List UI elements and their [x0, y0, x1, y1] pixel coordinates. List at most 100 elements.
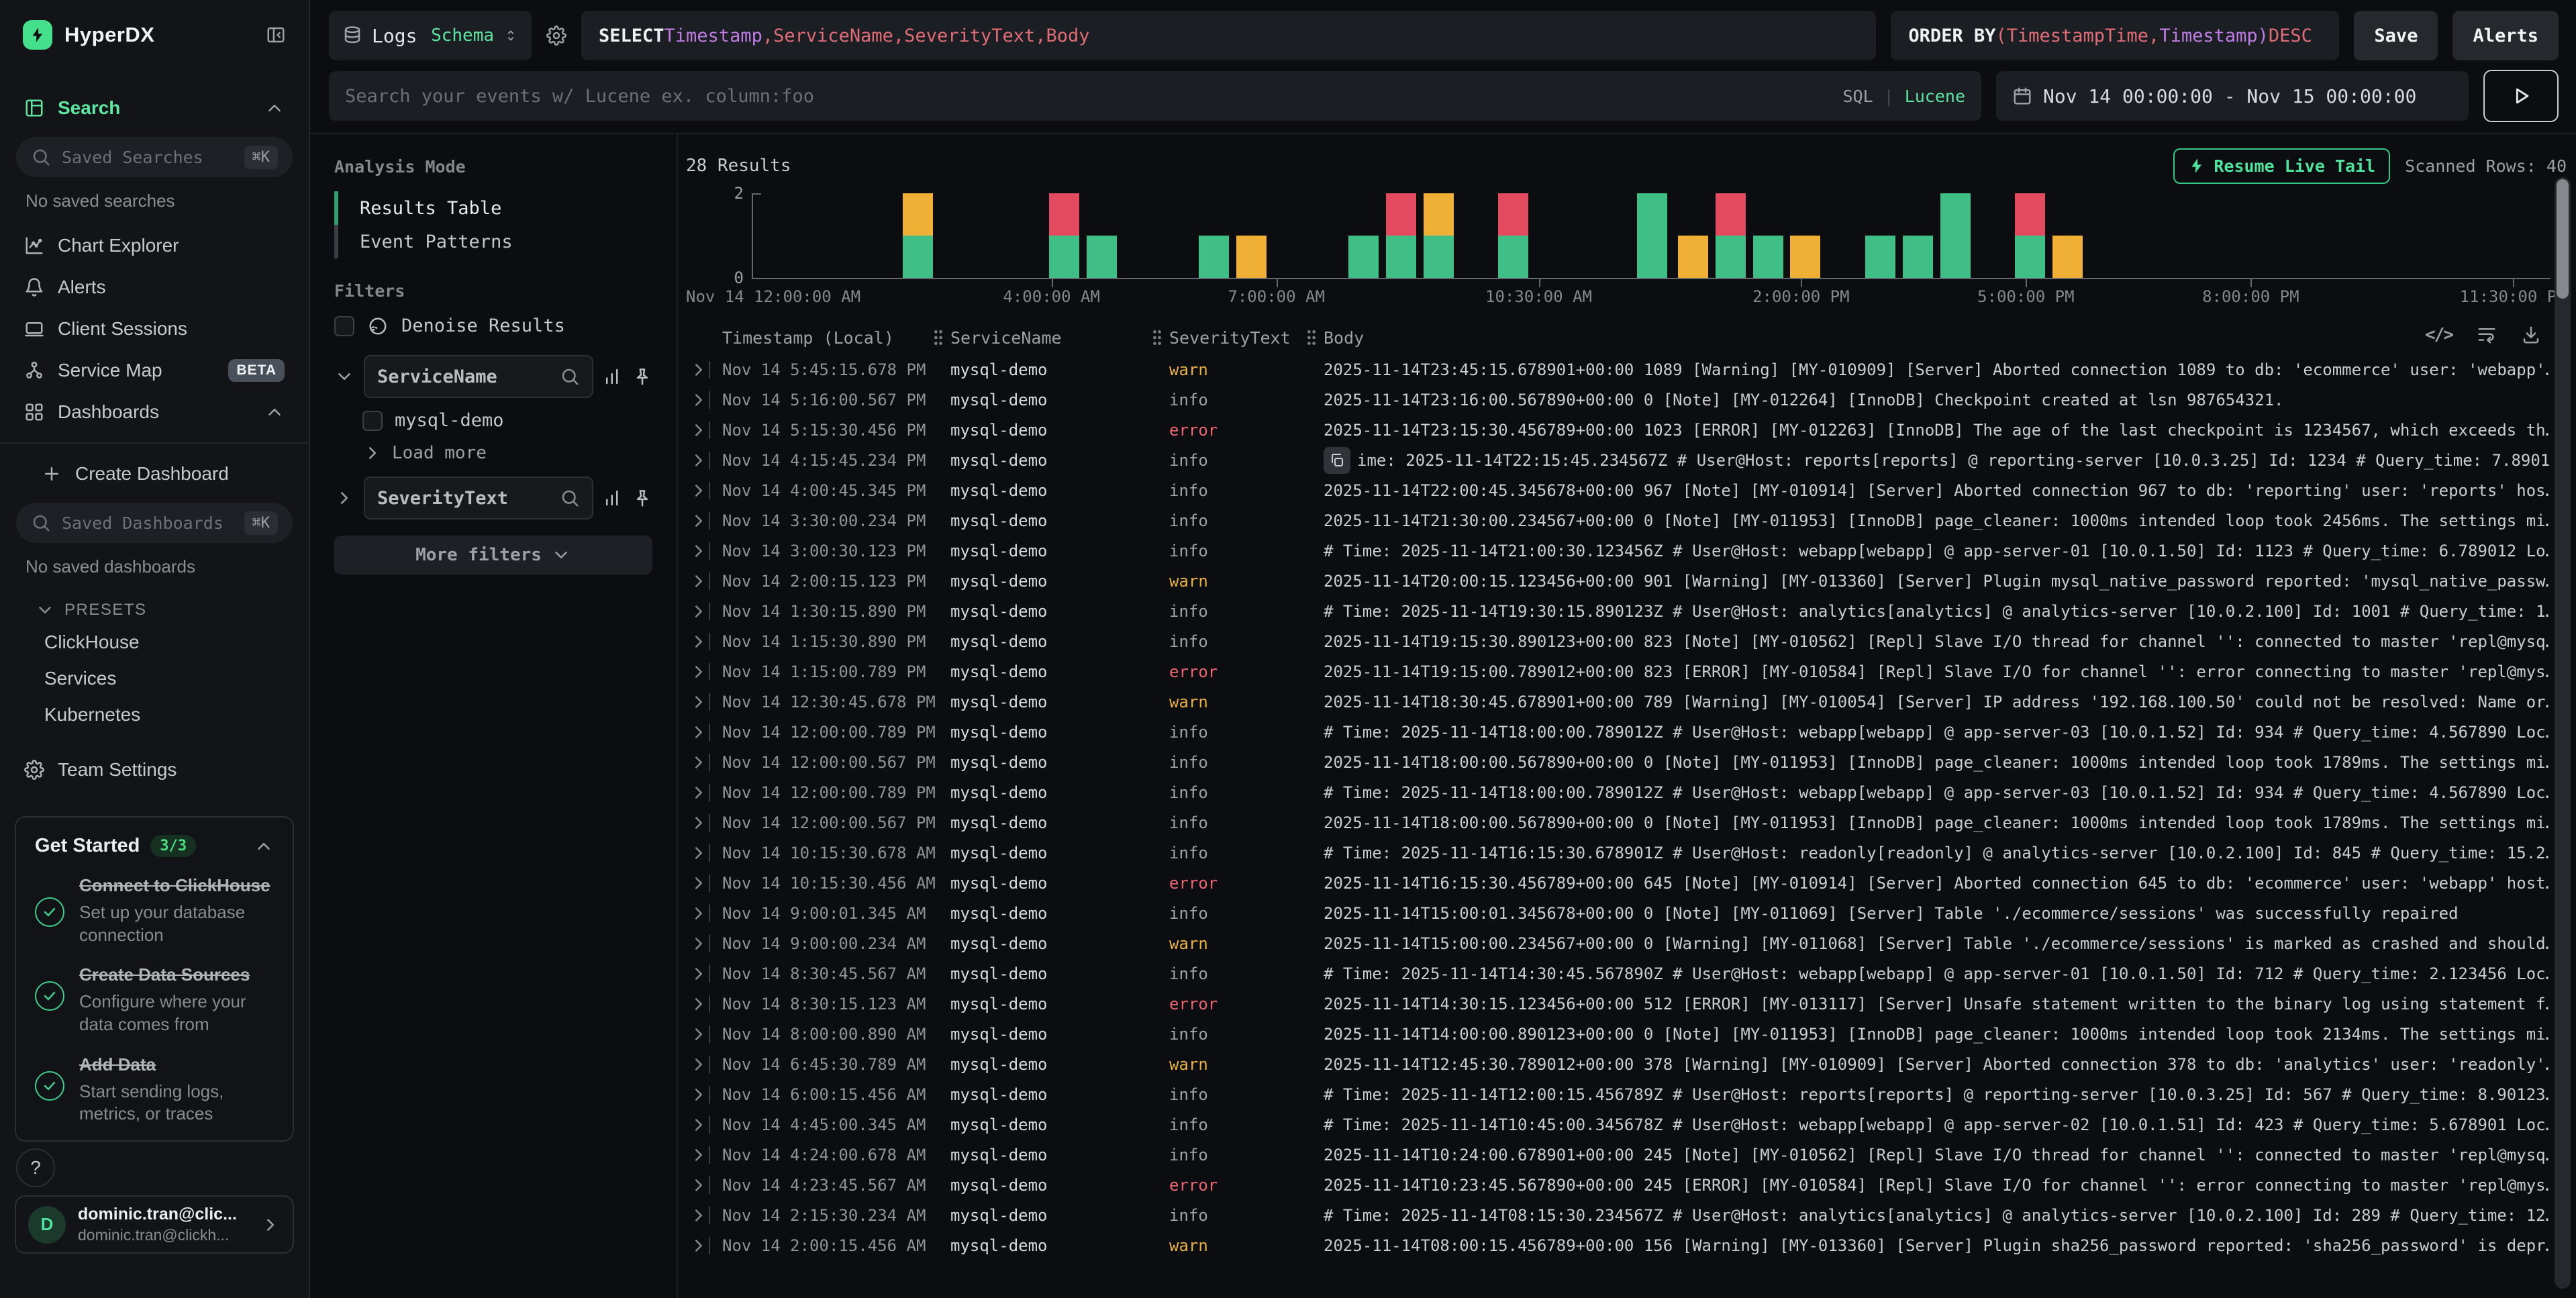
log-row[interactable]: Nov 14 3:30:00.234 PMmysql-demoinfo2025-… — [686, 505, 2576, 536]
sidebar-item-client-sessions[interactable]: Client Sessions — [15, 308, 294, 350]
expand-row-icon[interactable] — [686, 481, 709, 501]
expand-row-icon[interactable] — [686, 390, 709, 410]
log-row[interactable]: Nov 14 5:16:00.567 PMmysql-demoinfo2025-… — [686, 385, 2576, 415]
pin-icon[interactable] — [632, 488, 652, 508]
run-query-button[interactable] — [2483, 70, 2559, 122]
log-row[interactable]: Nov 14 4:23:45.567 AMmysql-demoerror2025… — [686, 1170, 2576, 1200]
log-row[interactable]: Nov 14 1:30:15.890 PMmysql-demoinfo# Tim… — [686, 596, 2576, 626]
more-filters-button[interactable]: More filters — [334, 536, 652, 575]
expand-row-icon[interactable] — [686, 813, 709, 833]
expand-row-icon[interactable] — [686, 1145, 709, 1165]
expand-row-icon[interactable] — [686, 964, 709, 984]
expand-row-icon[interactable] — [686, 1175, 709, 1195]
pin-icon[interactable] — [632, 366, 652, 387]
checkbox[interactable] — [362, 411, 383, 431]
sql-toggle[interactable]: SQL — [1842, 87, 1873, 106]
log-row[interactable]: Nov 14 1:15:00.789 PMmysql-demoerror2025… — [686, 656, 2576, 687]
drag-handle-icon[interactable] — [1150, 329, 1164, 346]
expand-row-icon[interactable] — [686, 601, 709, 621]
drag-handle-icon[interactable] — [932, 329, 945, 346]
expand-row-icon[interactable] — [686, 1054, 709, 1075]
sidebar-item-search[interactable]: Search — [15, 87, 294, 129]
analysis-mode-results-table[interactable]: Results Table — [334, 191, 652, 225]
sidebar-item-service-map[interactable]: Service MapBETA — [15, 350, 294, 391]
sidebar-collapse-icon[interactable] — [266, 25, 286, 45]
expand-row-icon[interactable] — [686, 692, 709, 712]
log-row[interactable]: Nov 14 5:45:15.678 PMmysql-demowarn2025-… — [686, 354, 2576, 385]
save-button[interactable]: Save — [2354, 11, 2438, 60]
sidebar-item-team-settings[interactable]: Team Settings — [15, 749, 294, 791]
log-row[interactable]: Nov 14 12:00:00.567 PMmysql-demoinfo2025… — [686, 807, 2576, 838]
denoise-results-toggle[interactable]: Denoise Results — [334, 315, 652, 336]
source-selector[interactable]: Logs Schema — [329, 11, 532, 60]
user-menu[interactable]: D dominic.tran@clic... dominic.tran@clic… — [15, 1195, 294, 1254]
resume-live-tail-button[interactable]: Resume Live Tail — [2173, 148, 2390, 184]
scrollbar-thumb[interactable] — [2557, 179, 2569, 299]
log-row[interactable]: Nov 14 2:15:30.234 AMmysql-demoinfo# Tim… — [686, 1200, 2576, 1230]
order-by-input[interactable]: ORDER BY (TimestampTime, Timestamp) DESC — [1891, 11, 2339, 60]
log-row[interactable]: Nov 14 8:30:45.567 AMmysql-demoinfo# Tim… — [686, 958, 2576, 989]
log-row[interactable]: Nov 14 1:15:30.890 PMmysql-demoinfo2025-… — [686, 626, 2576, 656]
expand-row-icon[interactable] — [686, 1205, 709, 1226]
expand-row-icon[interactable] — [686, 360, 709, 380]
log-row[interactable]: Nov 14 5:15:30.456 PMmysql-demoerror2025… — [686, 415, 2576, 445]
log-row[interactable]: Nov 14 4:45:00.345 AMmysql-demoinfo# Tim… — [686, 1109, 2576, 1140]
get-started-item-add-data[interactable]: Add Data Start sending logs, metrics, or… — [35, 1054, 274, 1126]
create-dashboard-button[interactable]: Create Dashboard — [15, 453, 294, 495]
expand-row-icon[interactable] — [686, 632, 709, 652]
log-row[interactable]: Nov 14 12:00:00.567 PMmysql-demoinfo2025… — [686, 747, 2576, 777]
expand-row-icon[interactable] — [686, 1115, 709, 1135]
chevron-down-icon[interactable] — [334, 366, 354, 387]
expand-row-icon[interactable] — [686, 450, 709, 470]
bar-chart-icon[interactable] — [603, 488, 623, 508]
expand-row-icon[interactable] — [686, 420, 709, 440]
source-settings-gear-icon[interactable] — [546, 26, 566, 46]
expand-row-icon[interactable] — [686, 1236, 709, 1256]
vertical-scrollbar[interactable] — [2555, 177, 2571, 1289]
copy-icon[interactable] — [1324, 447, 1350, 474]
code-view-icon[interactable]: </> — [2425, 325, 2453, 345]
filter-field-servicename[interactable]: ServiceName — [364, 355, 593, 398]
log-row[interactable]: Nov 14 4:24:00.678 AMmysql-demoinfo2025-… — [686, 1140, 2576, 1170]
log-row[interactable]: Nov 14 9:00:01.345 AMmysql-demoinfo2025-… — [686, 898, 2576, 928]
lucene-toggle[interactable]: Lucene — [1905, 87, 1965, 106]
log-row[interactable]: Nov 14 10:15:30.678 AMmysql-demoinfo# Ti… — [686, 838, 2576, 868]
expand-row-icon[interactable] — [686, 571, 709, 591]
checkbox[interactable] — [334, 316, 354, 336]
expand-row-icon[interactable] — [686, 903, 709, 923]
expand-row-icon[interactable] — [686, 873, 709, 893]
expand-row-icon[interactable] — [686, 934, 709, 954]
get-started-item-connect-to-clickhouse[interactable]: Connect to ClickHouse Set up your databa… — [35, 875, 274, 946]
log-row[interactable]: Nov 14 4:15:45.234 PMmysql-demoinfoime: … — [686, 445, 2576, 475]
expand-row-icon[interactable] — [686, 511, 709, 531]
log-row[interactable]: Nov 14 3:00:30.123 PMmysql-demoinfo# Tim… — [686, 536, 2576, 566]
log-row[interactable]: Nov 14 12:30:45.678 PMmysql-demowarn2025… — [686, 687, 2576, 717]
log-row[interactable]: Nov 14 2:00:15.456 AMmysql-demowarn2025-… — [686, 1230, 2576, 1260]
preset-kubernetes[interactable]: Kubernetes — [15, 697, 294, 733]
log-row[interactable]: Nov 14 6:00:15.456 AMmysql-demoinfo# Tim… — [686, 1079, 2576, 1109]
chevron-right-icon[interactable] — [334, 488, 354, 508]
sidebar-item-dashboards[interactable]: Dashboards — [15, 391, 294, 433]
preset-services[interactable]: Services — [15, 660, 294, 697]
saved-dashboards-input[interactable]: Saved Dashboards ⌘K — [16, 503, 293, 543]
log-row[interactable]: Nov 14 9:00:00.234 AMmysql-demowarn2025-… — [686, 928, 2576, 958]
expand-row-icon[interactable] — [686, 541, 709, 561]
filter-field-severitytext[interactable]: SeverityText — [364, 477, 593, 519]
column-header-severitytext[interactable]: SeverityText — [1169, 328, 1324, 348]
preset-clickhouse[interactable]: ClickHouse — [15, 624, 294, 660]
log-row[interactable]: Nov 14 2:00:15.123 PMmysql-demowarn2025-… — [686, 566, 2576, 596]
sidebar-item-alerts[interactable]: Alerts — [15, 266, 294, 308]
expand-row-icon[interactable] — [686, 1024, 709, 1044]
expand-row-icon[interactable] — [686, 722, 709, 742]
log-row[interactable]: Nov 14 12:00:00.789 PMmysql-demoinfo# Ti… — [686, 777, 2576, 807]
expand-row-icon[interactable] — [686, 1085, 709, 1105]
log-row[interactable]: Nov 14 4:00:45.345 PMmysql-demoinfo2025-… — [686, 475, 2576, 505]
event-search-input[interactable]: Search your events w/ Lucene ex. column:… — [329, 71, 1981, 121]
bar-chart-icon[interactable] — [603, 366, 623, 387]
log-row[interactable]: Nov 14 8:00:00.890 AMmysql-demoinfo2025-… — [686, 1019, 2576, 1049]
load-more-button[interactable]: Load more — [334, 434, 652, 468]
drag-handle-icon[interactable] — [1305, 329, 1318, 346]
date-range-picker[interactable]: Nov 14 00:00:00 - Nov 15 00:00:00 — [1996, 71, 2469, 121]
sidebar-item-chart-explorer[interactable]: Chart Explorer — [15, 225, 294, 266]
get-started-item-create-data-sources[interactable]: Create Data Sources Configure where your… — [35, 964, 274, 1036]
